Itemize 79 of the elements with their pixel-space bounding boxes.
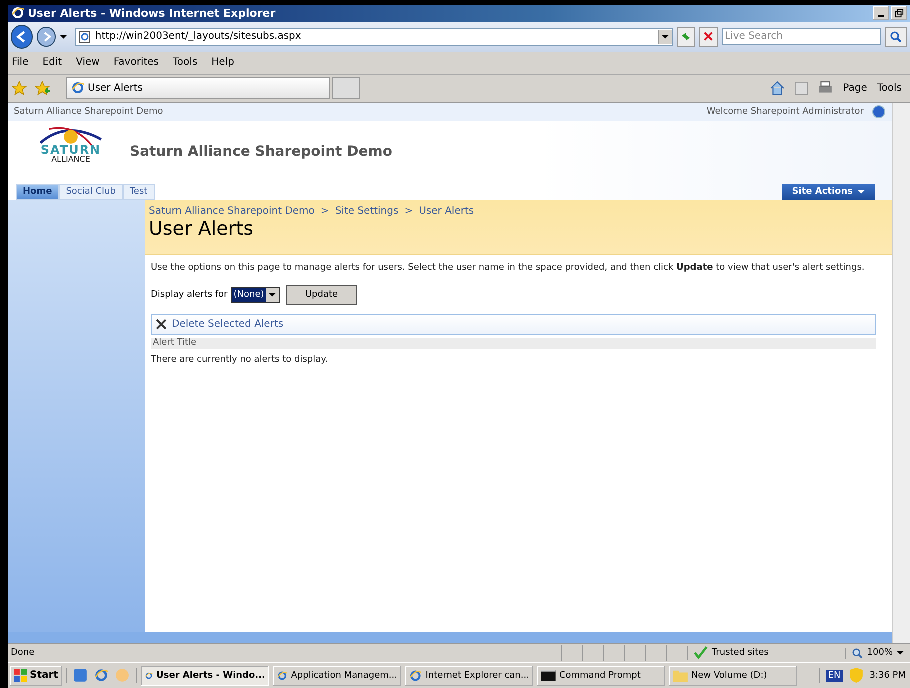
vertical-scrollbar[interactable] <box>892 102 910 644</box>
delete-alerts-button[interactable]: Delete Selected Alerts <box>152 318 288 330</box>
console-icon <box>541 670 556 681</box>
clock: 3:36 PM <box>870 670 906 680</box>
new-tab-button[interactable] <box>332 77 360 100</box>
back-button[interactable] <box>11 24 34 49</box>
printer-icon[interactable] <box>818 80 834 96</box>
site-logo: SATURN ALLIANCE <box>26 124 116 180</box>
caret-icon <box>858 190 865 194</box>
menu-item[interactable]: Edit <box>42 57 62 68</box>
language-indicator[interactable]: EN <box>826 670 843 682</box>
taskbar-item[interactable]: User Alerts - Windo... <box>141 666 270 686</box>
command-menu[interactable]: Page <box>843 82 868 94</box>
browser-logo-icon[interactable] <box>94 668 110 683</box>
zoom-control[interactable]: 100% <box>845 648 910 659</box>
welcome-menu[interactable]: Welcome Sharepoint Administrator <box>706 106 864 117</box>
column-header[interactable]: Alert Title <box>151 338 197 348</box>
nav-tab[interactable]: Test <box>122 184 155 200</box>
address-field[interactable]: http://win2003ent/_layouts/sitesubs.aspx <box>75 28 673 46</box>
security-zone: Trusted sites <box>687 646 834 660</box>
page-title: User Alerts <box>149 218 254 240</box>
page-icon <box>79 30 92 43</box>
quick-launch-icon[interactable] <box>73 668 88 683</box>
dropdown-button[interactable] <box>658 30 672 44</box>
taskbar-item[interactable]: Application Managem... <box>273 666 402 686</box>
star-icon[interactable] <box>12 80 27 96</box>
forward-button[interactable] <box>37 26 56 47</box>
browser-tab[interactable]: User Alerts <box>66 77 330 100</box>
windows-logo-icon <box>14 669 27 682</box>
window-title: User Alerts - Windows Internet Explorer <box>28 6 277 20</box>
caret-icon <box>269 292 276 297</box>
filter-label: Display alerts for <box>151 290 228 300</box>
update-button[interactable]: Update <box>286 284 358 305</box>
start-button[interactable]: Start <box>10 666 62 686</box>
site-link[interactable]: Saturn Alliance Sharepoint Demo <box>14 106 699 117</box>
caret-icon <box>897 651 904 656</box>
empty-message: There are currently no alerts to display. <box>151 354 330 365</box>
menu-item[interactable]: Help <box>212 57 234 68</box>
menu-item[interactable]: File <box>12 57 29 68</box>
status-text: Done <box>10 648 36 658</box>
home-icon[interactable] <box>770 80 786 96</box>
search-field[interactable]: Live Search <box>722 28 881 46</box>
browser-logo-icon <box>71 81 85 96</box>
breadcrumb-separator: > <box>404 206 414 217</box>
browser-logo-icon <box>11 6 25 20</box>
taskbar-item[interactable]: New Volume (D:) <box>669 666 798 686</box>
nav-tab[interactable]: Home <box>16 184 60 200</box>
menu-item[interactable]: Tools <box>173 57 198 68</box>
zoom-icon <box>852 648 864 659</box>
site-actions-menu[interactable]: Site Actions <box>782 184 875 200</box>
refresh-icon <box>680 30 692 43</box>
caret-icon[interactable] <box>60 34 68 39</box>
taskbar-item[interactable]: Command Prompt <box>537 666 666 686</box>
user-dropdown[interactable]: (None) <box>230 286 280 303</box>
menu-item[interactable]: View <box>76 57 100 68</box>
taskbar-item[interactable]: Internet Explorer can... <box>405 666 534 686</box>
minimize-icon <box>878 14 884 17</box>
menu-item[interactable]: Favorites <box>114 57 160 68</box>
breadcrumb-link[interactable]: Saturn Alliance Sharepoint Demo <box>149 206 315 217</box>
site-title: Saturn Alliance Sharepoint Demo <box>130 144 392 160</box>
caret-icon <box>662 34 669 39</box>
search-icon <box>890 30 902 43</box>
refresh-button[interactable] <box>676 26 696 47</box>
add-favorite-icon[interactable] <box>35 80 50 96</box>
restore-icon <box>894 8 904 18</box>
breadcrumb-separator: > <box>320 206 330 217</box>
folder-icon <box>673 669 688 682</box>
description-text: Use the options on this page to manage alerts for users. Select the user name in the space provided, and then click Update to view that user's alert settings. <box>151 262 866 273</box>
close-icon <box>703 31 714 42</box>
browser-logo-icon <box>409 668 423 682</box>
minimize-button[interactable] <box>873 6 889 20</box>
search-button[interactable] <box>884 26 908 47</box>
restore-button[interactable] <box>891 6 907 20</box>
nav-tab[interactable]: Social Club <box>59 184 123 200</box>
command-menu[interactable]: Tools <box>877 82 902 94</box>
breadcrumb-link[interactable]: Site Settings <box>335 206 399 217</box>
delete-icon <box>156 318 167 330</box>
checkmark-icon <box>694 646 708 660</box>
stop-button[interactable] <box>699 26 718 47</box>
